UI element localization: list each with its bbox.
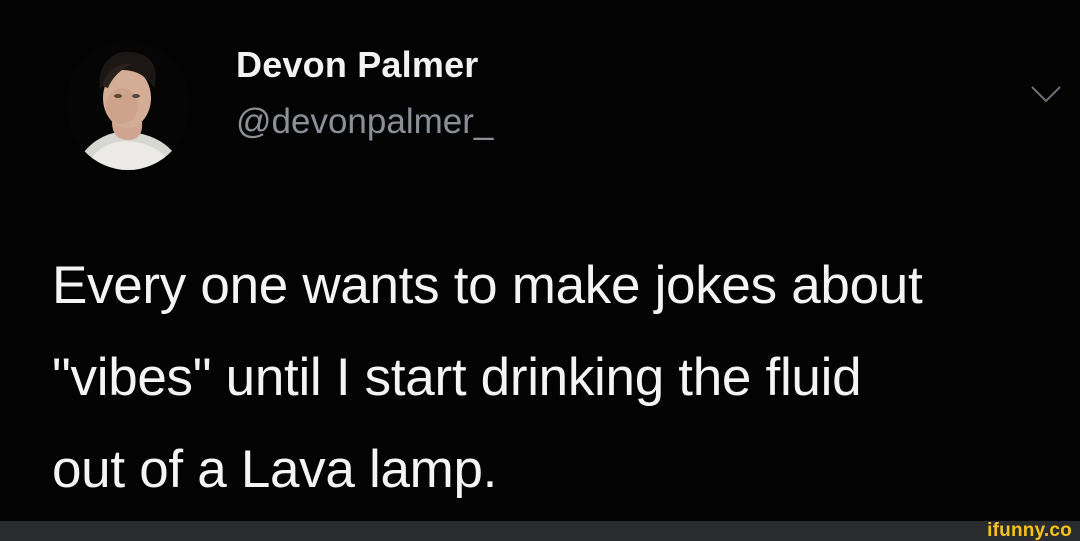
tweet-text: Every one wants to make jokes about "vib… [52,256,923,499]
user-handle[interactable]: @devonpalmer_ [236,102,493,142]
watermark-bar: ifunny.co [0,521,1080,541]
tweet-card: Devon Palmer @devonpalmer_ Every one wan… [0,0,1080,521]
chevron-down-icon[interactable] [1030,84,1062,104]
avatar-photo [66,40,190,170]
avatar[interactable] [66,40,190,170]
display-name[interactable]: Devon Palmer [236,44,479,86]
ifunny-watermark: ifunny.co [987,520,1072,541]
